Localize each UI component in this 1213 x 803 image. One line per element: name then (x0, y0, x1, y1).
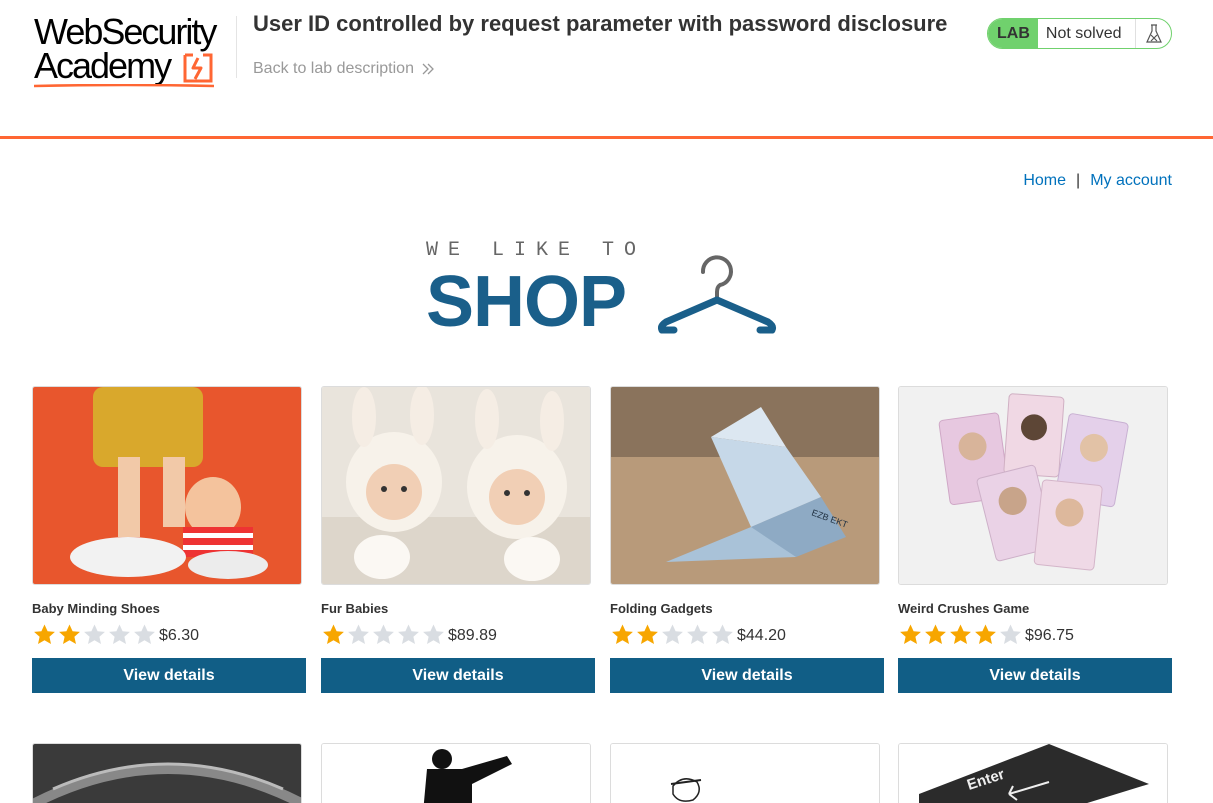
product-name: Fur Babies (321, 601, 389, 616)
star-empty-icon (398, 624, 419, 644)
product-price: $96.75 (1025, 627, 1074, 644)
view-details-button[interactable]: View details (32, 658, 306, 693)
fur-babies-image (322, 387, 590, 584)
lab-status-widget: LAB Not solved (987, 18, 1172, 49)
weird-crushes-game-image (899, 387, 1167, 584)
view-details-button[interactable]: View details (610, 658, 884, 693)
shop-banner: WE LIKE TO SHOP (426, 239, 781, 342)
banner-title: SHOP (426, 262, 627, 342)
product-name: Folding Gadgets (610, 601, 713, 616)
product-name: Weird Crushes Game (898, 601, 1030, 616)
web-security-academy-logo[interactable]: WebSecurity Academy (34, 14, 234, 88)
star-filled-icon (975, 624, 996, 644)
star-empty-icon (423, 624, 444, 644)
product-price: $44.20 (737, 627, 786, 644)
star-filled-icon (34, 624, 55, 644)
star-rating (898, 623, 1023, 645)
star-empty-icon (1000, 624, 1021, 644)
star-empty-icon (662, 624, 683, 644)
product-image: Enter (898, 743, 1168, 803)
product-image (898, 386, 1168, 585)
nav-separator: | (1076, 172, 1081, 189)
product-rating: $44.20 (610, 622, 786, 646)
product-rating: $89.89 (321, 622, 497, 646)
top-navigation: Home | My account (1023, 172, 1172, 190)
lab-status-text: Not solved (1045, 24, 1122, 42)
product-image (321, 743, 591, 803)
cartoon-sketch-image (611, 744, 879, 803)
banner-tagline: WE LIKE TO (426, 239, 647, 262)
product-price: $6.30 (159, 627, 200, 644)
star-rating (321, 623, 446, 645)
star-empty-icon (687, 624, 708, 644)
lab-badge: LAB (988, 19, 1038, 48)
double-chevron-right-icon (422, 63, 434, 75)
product-name: Baby Minding Shoes (32, 601, 160, 616)
folding-gadgets-image: EZB EKT (611, 387, 879, 584)
star-filled-icon (900, 624, 921, 644)
logo-underline-icon (34, 84, 214, 88)
star-empty-icon (134, 624, 155, 644)
star-empty-icon (348, 624, 369, 644)
star-rating (32, 623, 157, 645)
star-empty-icon (84, 624, 105, 644)
product-image: EZB EKT (610, 386, 880, 585)
my-account-link[interactable]: My account (1090, 172, 1172, 190)
product-image (321, 386, 591, 585)
product-image (610, 743, 880, 803)
baby-minding-shoes-image (33, 387, 301, 584)
academy-flask-logo-icon (183, 53, 213, 83)
star-filled-icon (950, 624, 971, 644)
back-link-label: Back to lab description (253, 60, 414, 77)
eye-closeup-image (33, 744, 301, 803)
enter-key-image: Enter (899, 744, 1167, 803)
star-filled-icon (637, 624, 658, 644)
product-image (32, 386, 302, 585)
product-rating: $6.30 (32, 622, 199, 646)
view-details-button[interactable]: View details (321, 658, 595, 693)
back-to-lab-description-link[interactable]: Back to lab description (253, 59, 434, 79)
star-filled-icon (323, 624, 344, 644)
star-empty-icon (712, 624, 733, 644)
product-price: $89.89 (448, 627, 497, 644)
star-rating (610, 623, 735, 645)
star-filled-icon (59, 624, 80, 644)
home-link[interactable]: Home (1023, 172, 1066, 190)
academy-header: WebSecurity Academy User ID controlled b… (0, 0, 1213, 139)
star-filled-icon (612, 624, 633, 644)
silhouette-figure-image (322, 744, 590, 803)
product-image (32, 743, 302, 803)
header-divider (236, 16, 237, 78)
star-empty-icon (373, 624, 394, 644)
logo-line-academy: Academy (34, 45, 172, 86)
view-details-button[interactable]: View details (898, 658, 1172, 693)
product-rating: $96.75 (898, 622, 1074, 646)
flask-icon (1135, 19, 1171, 48)
coat-hanger-icon (658, 255, 776, 334)
star-filled-icon (925, 624, 946, 644)
star-empty-icon (109, 624, 130, 644)
lab-title: User ID controlled by request parameter … (253, 11, 948, 36)
